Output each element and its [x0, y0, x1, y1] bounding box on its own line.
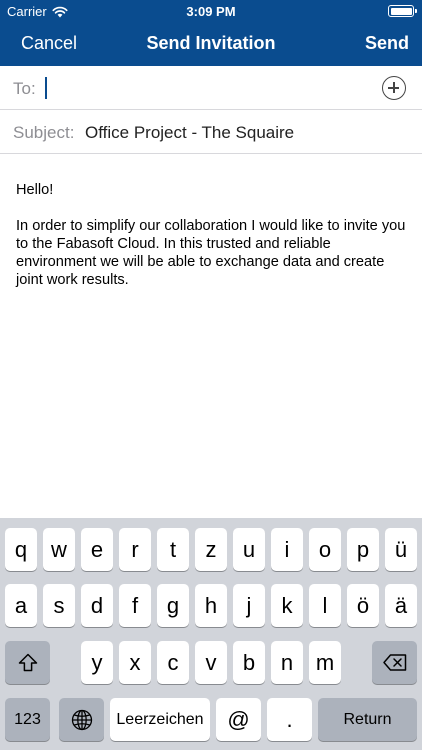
subject-input[interactable]: Office Project - The Squaire	[85, 123, 294, 143]
key-x[interactable]: x	[119, 641, 151, 684]
key-e[interactable]: e	[81, 528, 113, 571]
shift-key[interactable]	[5, 641, 50, 684]
key-a-umlaut[interactable]: ä	[385, 584, 417, 627]
key-o-umlaut[interactable]: ö	[347, 584, 379, 627]
top-bar: Carrier 3:09 PM Cancel Send Invitation S…	[0, 0, 422, 66]
status-bar: Carrier 3:09 PM	[0, 0, 422, 22]
to-input[interactable]	[48, 74, 368, 102]
key-u[interactable]: u	[233, 528, 265, 571]
delete-key[interactable]	[372, 641, 417, 684]
key-z[interactable]: z	[195, 528, 227, 571]
battery-icon	[388, 5, 417, 17]
key-i[interactable]: i	[271, 528, 303, 571]
key-h[interactable]: h	[195, 584, 227, 627]
return-key[interactable]: Return	[318, 698, 417, 741]
at-key[interactable]: @	[216, 698, 261, 741]
key-g[interactable]: g	[157, 584, 189, 627]
numbers-key[interactable]: 123	[5, 698, 50, 741]
key-v[interactable]: v	[195, 641, 227, 684]
globe-icon	[71, 709, 92, 730]
key-u-umlaut[interactable]: ü	[385, 528, 417, 571]
key-k[interactable]: k	[271, 584, 303, 627]
space-key[interactable]: Leerzeichen	[110, 698, 210, 741]
to-field-row: To:	[0, 66, 422, 110]
key-m[interactable]: m	[309, 641, 341, 684]
key-b[interactable]: b	[233, 641, 265, 684]
key-p[interactable]: p	[347, 528, 379, 571]
message-text: In order to simplify our collaboration I…	[16, 218, 406, 288]
key-c[interactable]: c	[157, 641, 189, 684]
key-j[interactable]: j	[233, 584, 265, 627]
key-l[interactable]: l	[309, 584, 341, 627]
key-y[interactable]: y	[81, 641, 113, 684]
message-greeting: Hello!	[16, 182, 54, 198]
key-s[interactable]: s	[43, 584, 75, 627]
status-time: 3:09 PM	[186, 4, 236, 19]
subject-label: Subject:	[13, 123, 75, 142]
send-button[interactable]: Send	[365, 33, 409, 54]
shift-icon	[18, 653, 37, 672]
key-f[interactable]: f	[119, 584, 151, 627]
key-n[interactable]: n	[271, 641, 303, 684]
text-cursor	[45, 77, 47, 99]
key-r[interactable]: r	[119, 528, 151, 571]
to-label: To:	[13, 79, 36, 98]
key-o[interactable]: o	[309, 528, 341, 571]
key-d[interactable]: d	[81, 584, 113, 627]
period-key[interactable]: .	[267, 698, 312, 741]
subject-field-row[interactable]: Subject: Office Project - The Squaire	[0, 110, 422, 154]
message-body[interactable]: Hello! In order to simplify our collabor…	[16, 181, 408, 289]
cancel-button[interactable]: Cancel	[21, 33, 77, 54]
key-a[interactable]: a	[5, 584, 37, 627]
backspace-icon	[382, 654, 406, 671]
add-recipient-icon[interactable]	[382, 76, 406, 100]
keyboard: q w e r t z u i o p ü a s d f g h j k l …	[0, 518, 422, 750]
key-t[interactable]: t	[157, 528, 189, 571]
navigation-bar: Cancel Send Invitation Send	[0, 22, 422, 66]
globe-key[interactable]	[59, 698, 104, 741]
battery-level	[390, 7, 412, 15]
key-q[interactable]: q	[5, 528, 37, 571]
key-w[interactable]: w	[43, 528, 75, 571]
